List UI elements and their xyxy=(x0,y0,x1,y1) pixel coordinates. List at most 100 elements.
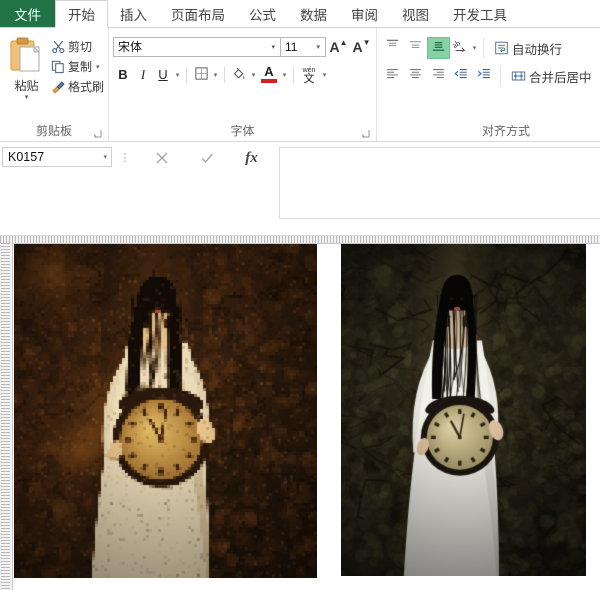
borders-icon xyxy=(194,66,209,84)
increase-indent-icon xyxy=(476,66,493,87)
ribbon-group-font: 宋体 ▾ 11 ▾ A ▲ A ▼ B I U ▾ ▾ ▾ A ▾ wén 文 … xyxy=(109,28,377,141)
font-color-button[interactable]: A xyxy=(258,64,280,85)
clipboard-group-label: 剪贴板 xyxy=(35,124,72,138)
vertical-ellipsis-icon[interactable]: ⋮ xyxy=(112,147,138,167)
increase-indent-button[interactable] xyxy=(473,65,496,87)
divider xyxy=(483,38,484,58)
tab-insert[interactable]: 插入 xyxy=(108,0,159,27)
tab-home[interactable]: 开始 xyxy=(55,0,108,28)
merge-center-label: 合并后居中 xyxy=(529,70,592,85)
divider xyxy=(500,66,501,86)
wrap-text-button[interactable]: 自动换行 xyxy=(490,37,562,59)
align-left-icon xyxy=(384,66,401,87)
tab-review[interactable]: 审阅 xyxy=(339,0,390,27)
merge-cells-icon xyxy=(507,67,529,85)
name-box[interactable]: K0157 ▾ xyxy=(2,147,112,167)
ribbon: 粘贴 ▾ 剪切 复制 ▾ 格式刷 剪贴板 宋体 ▾ 11 ▾ A ▲ A ▼ B… xyxy=(0,28,600,142)
row-headers[interactable] xyxy=(0,243,13,590)
phonetic-guide-button[interactable]: wén 文 xyxy=(298,64,320,85)
shrink-font-button[interactable]: A ▼ xyxy=(351,36,372,57)
formula-input[interactable] xyxy=(279,147,600,219)
svg-text:ab: ab xyxy=(452,38,462,50)
font-size-combo[interactable]: 11 ▾ xyxy=(280,36,326,57)
insert-function-icon[interactable]: fx xyxy=(229,148,274,168)
picture-left[interactable] xyxy=(14,244,317,578)
font-color-dropdown-caret[interactable]: ▾ xyxy=(280,71,289,79)
grow-font-button[interactable]: A ▲ xyxy=(328,36,349,57)
paste-button[interactable]: 粘贴 ▾ xyxy=(4,34,49,101)
align-left-button[interactable] xyxy=(381,65,404,87)
fill-color-icon xyxy=(231,66,247,84)
align-right-button[interactable] xyxy=(427,65,450,87)
text-orientation-button[interactable]: ab xyxy=(450,37,470,59)
tab-file[interactable]: 文件 xyxy=(0,0,55,27)
font-color-icon: A xyxy=(261,65,277,83)
paste-dropdown-caret[interactable]: ▾ xyxy=(25,94,29,101)
divider xyxy=(224,66,225,83)
clipboard-icon xyxy=(8,36,44,76)
divider xyxy=(293,66,294,83)
cell-grid[interactable] xyxy=(13,244,600,590)
underline-button[interactable]: U xyxy=(153,64,173,85)
clipboard-dialog-launcher[interactable] xyxy=(93,129,102,138)
format-painter-icon xyxy=(49,78,68,95)
decrease-indent-button[interactable] xyxy=(450,65,473,87)
align-middle-icon xyxy=(407,37,424,59)
clipboard-group-label-wrap: 剪贴板 xyxy=(4,121,104,141)
align-center-button[interactable] xyxy=(404,65,427,87)
tab-data[interactable]: 数据 xyxy=(288,0,339,27)
fill-color-dropdown-caret[interactable]: ▾ xyxy=(249,71,258,79)
merge-center-button[interactable]: 合并后居中 xyxy=(507,65,592,87)
orientation-dropdown-caret[interactable]: ▾ xyxy=(470,44,479,52)
format-painter-button[interactable]: 格式刷 xyxy=(49,77,104,96)
formula-bar-row: K0157 ▾ ⋮ fx xyxy=(0,142,600,236)
name-box-value: K0157 xyxy=(8,150,45,164)
align-bottom-button[interactable] xyxy=(427,37,450,59)
font-group-label-wrap: 字体 xyxy=(113,121,372,141)
font-size-value: 11 xyxy=(285,39,298,54)
borders-button[interactable] xyxy=(191,64,211,85)
confirm-check-icon[interactable] xyxy=(184,148,229,168)
cut-button[interactable]: 剪切 xyxy=(49,37,104,56)
font-dialog-launcher[interactable] xyxy=(361,129,370,138)
align-center-icon xyxy=(407,66,424,87)
column-header-ticks xyxy=(0,236,600,243)
decrease-indent-icon xyxy=(453,66,470,87)
cancel-x-icon[interactable] xyxy=(139,148,184,168)
picture-right[interactable] xyxy=(341,244,586,576)
ribbon-group-alignment: ab ▾ 自动换行 合并后居中 对齐方式 xyxy=(377,28,600,141)
bold-button[interactable]: B xyxy=(113,64,133,85)
tab-developer[interactable]: 开发工具 xyxy=(441,0,519,27)
tab-formulas[interactable]: 公式 xyxy=(237,0,288,27)
tab-view[interactable]: 视图 xyxy=(390,0,441,27)
copy-icon xyxy=(49,58,68,75)
copy-dropdown-caret[interactable]: ▾ xyxy=(96,63,100,71)
copy-button[interactable]: 复制 ▾ xyxy=(49,57,104,76)
grow-font-label: A xyxy=(329,38,340,55)
wrap-text-label: 自动换行 xyxy=(512,42,563,57)
underline-dropdown-caret[interactable]: ▾ xyxy=(173,71,182,79)
align-bottom-icon xyxy=(430,37,447,59)
paste-label: 粘贴 xyxy=(14,79,39,93)
text-orientation-icon: ab xyxy=(451,38,468,59)
align-top-button[interactable] xyxy=(381,37,404,59)
wrap-text-icon xyxy=(490,39,512,57)
chevron-down-icon[interactable]: ▾ xyxy=(268,43,278,51)
font-name-combo[interactable]: 宋体 ▾ xyxy=(113,36,281,57)
tab-page-layout[interactable]: 页面布局 xyxy=(159,0,237,27)
font-name-value: 宋体 xyxy=(118,40,143,54)
scissors-icon xyxy=(49,38,68,55)
ribbon-tab-bar: 文件 开始 插入 页面布局 公式 数据 审阅 视图 开发工具 xyxy=(0,0,600,28)
align-top-icon xyxy=(384,37,401,59)
worksheet-area xyxy=(0,236,600,590)
borders-dropdown-caret[interactable]: ▾ xyxy=(211,71,220,79)
column-headers[interactable] xyxy=(0,236,600,244)
italic-button[interactable]: I xyxy=(133,64,153,85)
align-middle-button[interactable] xyxy=(404,37,427,59)
ribbon-group-clipboard: 粘贴 ▾ 剪切 复制 ▾ 格式刷 剪贴板 xyxy=(0,28,109,141)
phonetic-dropdown-caret[interactable]: ▾ xyxy=(320,71,329,79)
chevron-down-icon[interactable]: ▾ xyxy=(103,153,109,161)
formula-action-buttons: fx xyxy=(138,147,275,169)
fill-color-button[interactable] xyxy=(229,64,249,85)
chevron-down-icon[interactable]: ▾ xyxy=(313,43,323,51)
